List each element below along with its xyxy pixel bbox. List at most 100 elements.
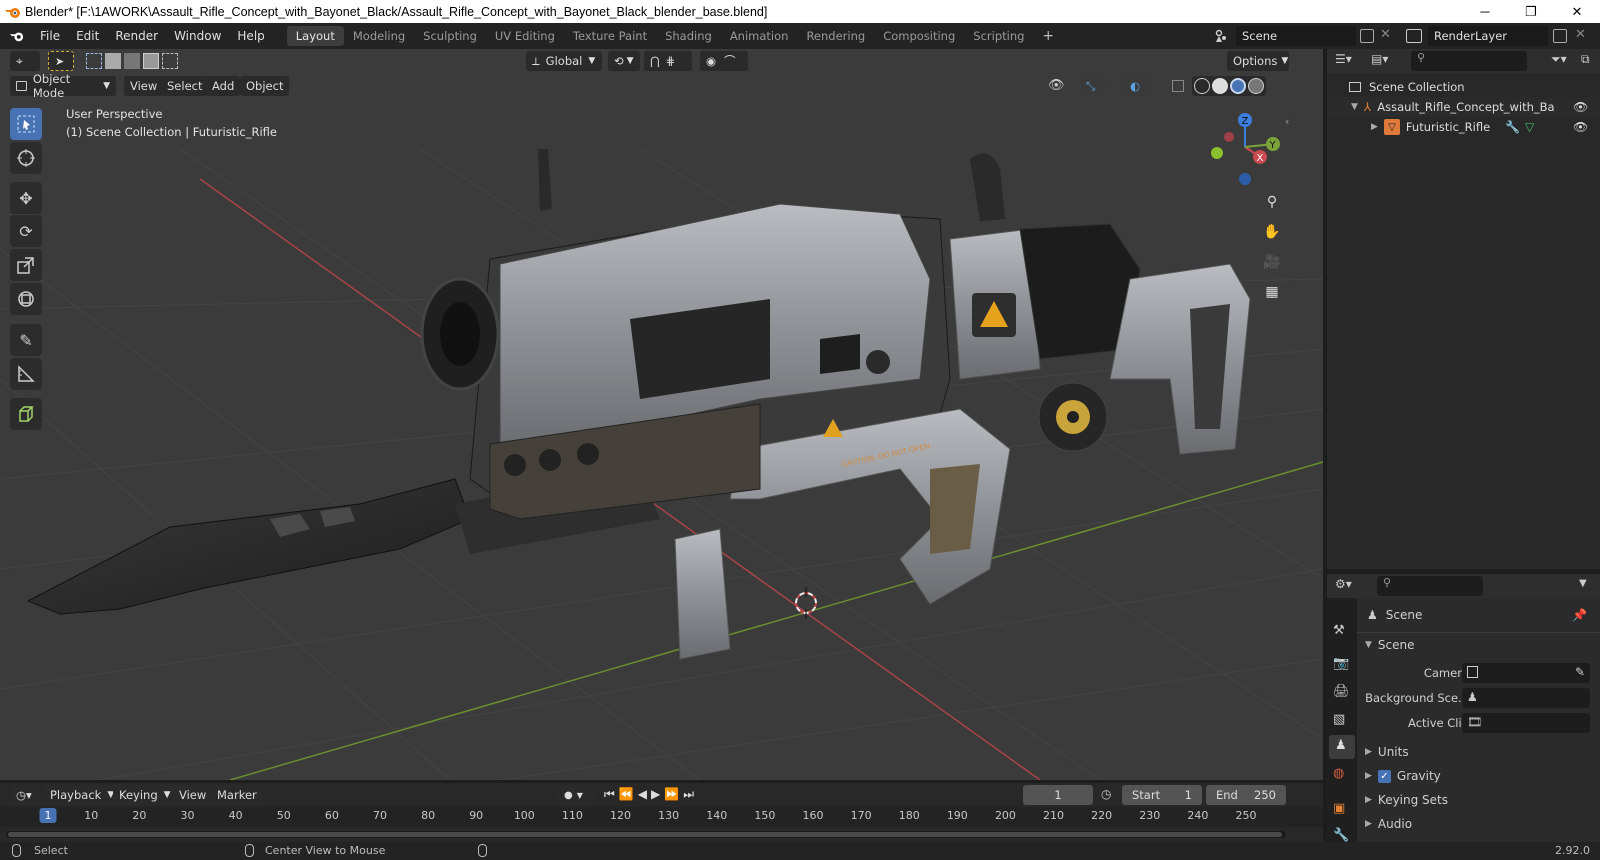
marker-menu[interactable]: Marker: [211, 785, 263, 805]
tool-scale[interactable]: [10, 249, 42, 281]
tool-select-box[interactable]: [10, 108, 42, 140]
menu-window[interactable]: Window: [166, 29, 229, 43]
jump-end-icon[interactable]: ⏭: [683, 787, 694, 802]
tool-annotate[interactable]: ✎: [10, 324, 42, 356]
visibility-eye-icon[interactable]: 👁: [1573, 120, 1588, 134]
tab-compositing[interactable]: Compositing: [874, 26, 964, 46]
render-tab-icon[interactable]: 📷: [1333, 656, 1349, 671]
solid-shading-icon[interactable]: [1212, 78, 1228, 94]
minimize-button[interactable]: ─: [1462, 0, 1508, 23]
pan-view-button[interactable]: ✋: [1259, 219, 1285, 245]
gizmo-neg-z-axis[interactable]: [1239, 173, 1251, 185]
viewport-menu-view[interactable]: View: [124, 76, 164, 96]
play-icon[interactable]: ▶: [651, 787, 660, 802]
navigation-gizmo[interactable]: Z X Y: [1205, 107, 1295, 197]
zoom-view-button[interactable]: ⚲: [1259, 189, 1285, 215]
viewport-menu-add[interactable]: Add: [206, 76, 241, 96]
tab-animation[interactable]: Animation: [721, 26, 798, 46]
tool-transform[interactable]: [10, 283, 42, 315]
gizmo-neg-x-axis[interactable]: [1224, 132, 1234, 142]
menu-render[interactable]: Render: [107, 29, 166, 43]
tool-rotate[interactable]: ⟳: [10, 215, 42, 247]
camera-field[interactable]: ✎: [1462, 663, 1590, 683]
outliner-row-collection[interactable]: ▼ ⅄ Assault_Rifle_Concept_with_Bayo 👁: [1327, 97, 1600, 117]
units-panel-header[interactable]: ▶ Units: [1365, 745, 1409, 759]
next-keyframe-icon[interactable]: ⏩: [664, 787, 679, 802]
select-tool-indicator[interactable]: ➤: [48, 51, 74, 71]
new-scene-icon[interactable]: [1360, 29, 1374, 43]
view-layer-tab-icon[interactable]: ▧: [1333, 712, 1345, 727]
viewport-menu-select[interactable]: Select: [161, 76, 209, 96]
menu-edit[interactable]: Edit: [68, 29, 107, 43]
scene-selector[interactable]: Scene: [1236, 26, 1356, 46]
select-extend-icon[interactable]: [105, 53, 121, 69]
scene-tab-icon[interactable]: ♟: [1329, 735, 1355, 759]
mesh-data-icon[interactable]: ▽: [1525, 120, 1534, 134]
tab-rendering[interactable]: Rendering: [797, 26, 874, 46]
tool-measure[interactable]: [10, 358, 42, 390]
view-layer-icon[interactable]: [1406, 29, 1422, 43]
material-shading-icon[interactable]: [1230, 78, 1246, 94]
tab-modeling[interactable]: Modeling: [344, 26, 414, 46]
tab-sculpting[interactable]: Sculpting: [414, 26, 486, 46]
current-frame-field[interactable]: 1: [1023, 785, 1093, 805]
timeline-scrollbar[interactable]: [6, 831, 1286, 838]
menu-help[interactable]: Help: [229, 29, 272, 43]
tab-uv-editing[interactable]: UV Editing: [486, 26, 564, 46]
outliner-search-input[interactable]: ⚲: [1411, 51, 1527, 71]
gravity-panel-header[interactable]: ▶ ✓ Gravity: [1365, 769, 1441, 783]
scene-type-icon[interactable]: [1208, 27, 1234, 45]
properties-search-input[interactable]: ⚲: [1377, 576, 1483, 596]
outliner-row-object[interactable]: ▶ ▽ Futuristic_Rifle 🔧 ▽ 👁: [1327, 117, 1600, 137]
outliner-display-mode-icon[interactable]: ▤▾: [1371, 52, 1401, 70]
tab-layout[interactable]: Layout: [286, 26, 344, 46]
modifier-tab-icon[interactable]: 🔧: [1333, 828, 1349, 843]
background-scene-field[interactable]: ♟: [1462, 688, 1590, 708]
visibility-eye-icon[interactable]: 👁: [1573, 100, 1588, 114]
outliner-editor-type-icon[interactable]: ☰▾: [1335, 52, 1365, 70]
prev-keyframe-icon[interactable]: ⏪: [619, 787, 634, 802]
select-subtract-icon[interactable]: [124, 53, 140, 69]
options-dropdown[interactable]: Options ▼: [1227, 51, 1289, 71]
tool-add-cube[interactable]: [10, 398, 42, 430]
close-button[interactable]: ✕: [1554, 0, 1600, 23]
end-frame-field[interactable]: End 250: [1206, 785, 1286, 805]
tool-tab-icon[interactable]: ⚒: [1333, 623, 1345, 638]
world-tab-icon[interactable]: ◍: [1333, 766, 1344, 781]
new-view-layer-icon[interactable]: [1553, 29, 1567, 43]
xray-toggle-icon[interactable]: [1172, 80, 1184, 92]
viewport-menu-object[interactable]: Object: [240, 76, 290, 96]
playhead-frame-indicator[interactable]: 1: [39, 808, 57, 823]
pin-icon[interactable]: 📌: [1572, 608, 1587, 622]
expand-icon[interactable]: ▼: [1351, 102, 1358, 112]
maximize-button[interactable]: ❐: [1508, 0, 1554, 23]
view-layer-selector[interactable]: RenderLayer: [1428, 26, 1548, 46]
gizmo-neg-y-axis[interactable]: [1211, 147, 1223, 159]
gizmo-toggle-button[interactable]: ⤡: [1080, 76, 1106, 96]
gravity-checkbox[interactable]: ✓: [1377, 769, 1391, 783]
proportional-editing-button[interactable]: ◉ ⌒: [700, 51, 748, 71]
blender-menu-icon[interactable]: [8, 29, 26, 43]
tab-texture-paint[interactable]: Texture Paint: [564, 26, 656, 46]
remove-scene-icon[interactable]: ✕: [1380, 27, 1391, 42]
select-new-icon[interactable]: [86, 53, 102, 69]
modifier-wrench-icon[interactable]: 🔧: [1505, 120, 1520, 134]
keying-sets-panel-header[interactable]: ▶ Keying Sets: [1365, 793, 1448, 807]
editor-type-button[interactable]: ⌖: [10, 51, 40, 71]
eyedropper-icon[interactable]: ✎: [1575, 665, 1585, 679]
tab-scripting[interactable]: Scripting: [964, 26, 1033, 46]
playback-menu[interactable]: Playback ▼: [44, 785, 121, 805]
new-collection-icon[interactable]: ⧉: [1581, 52, 1590, 67]
timeline-view-menu[interactable]: View: [173, 785, 213, 805]
wireframe-shading-icon[interactable]: [1194, 78, 1210, 94]
start-frame-field[interactable]: Start 1: [1122, 785, 1202, 805]
play-reverse-icon[interactable]: ◀: [638, 787, 647, 802]
tool-move[interactable]: ✥: [10, 182, 42, 214]
tool-cursor[interactable]: [10, 142, 42, 174]
transform-orientation-dropdown[interactable]: ⟂ Global ▼: [526, 51, 602, 71]
output-tab-icon[interactable]: 🖨: [1333, 684, 1350, 699]
rendered-shading-icon[interactable]: [1248, 78, 1264, 94]
jump-start-icon[interactable]: ⏮: [604, 787, 615, 802]
scene-section-header[interactable]: ▼ Scene: [1365, 638, 1415, 652]
active-clip-field[interactable]: 🎞: [1462, 713, 1590, 733]
